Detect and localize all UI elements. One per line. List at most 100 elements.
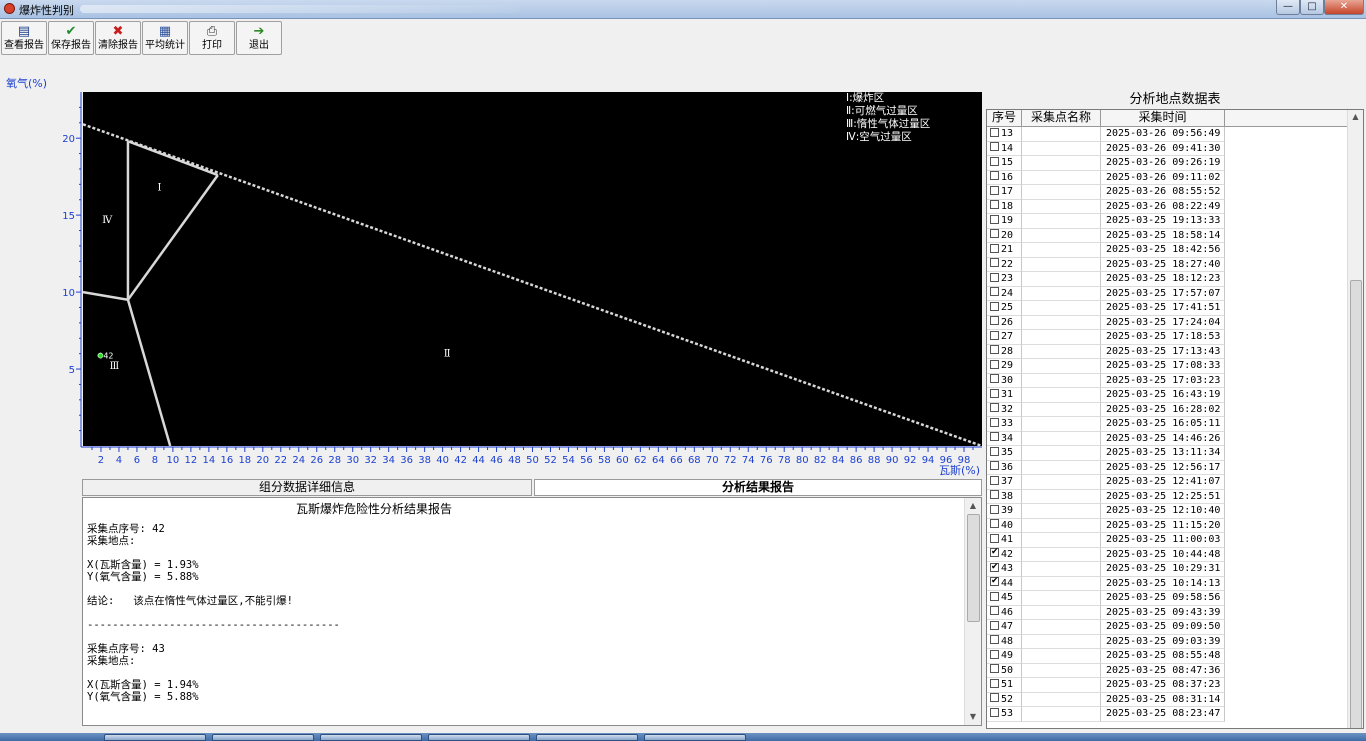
row-number-cell[interactable]: 45: [987, 591, 1022, 606]
checkbox-icon[interactable]: [990, 185, 999, 195]
checkbox-icon[interactable]: [990, 200, 999, 209]
maximize-button[interactable]: □: [1300, 0, 1324, 15]
checkbox-icon[interactable]: [990, 156, 999, 166]
row-number-cell[interactable]: 17: [987, 185, 1022, 200]
table-row[interactable]: 40 2025-03-25 11:15:20: [987, 518, 1349, 533]
checkbox-checked-icon[interactable]: ✔: [990, 562, 999, 572]
row-number-cell[interactable]: 35: [987, 446, 1022, 461]
row-number-cell[interactable]: 25: [987, 301, 1022, 316]
tab-detail-info[interactable]: 组分数据详细信息: [82, 479, 532, 496]
checkbox-icon[interactable]: [990, 243, 999, 253]
taskbar-item[interactable]: [644, 734, 746, 741]
table-row[interactable]: 39 2025-03-25 12:10:40: [987, 504, 1349, 519]
avg-button[interactable]: ▦ 平均统计: [142, 21, 188, 55]
row-number-cell[interactable]: ✔ 42: [987, 547, 1022, 562]
row-number-cell[interactable]: 41: [987, 533, 1022, 548]
checkbox-icon[interactable]: [990, 330, 999, 340]
table-row[interactable]: 23 2025-03-25 18:12:23: [987, 272, 1349, 287]
table-row[interactable]: 18 2025-03-26 08:22:49: [987, 199, 1349, 214]
scroll-up-arrow-icon[interactable]: ▲: [1348, 112, 1363, 121]
row-number-cell[interactable]: 23: [987, 272, 1022, 287]
table-row[interactable]: 25 2025-03-25 17:41:51: [987, 301, 1349, 316]
table-row[interactable]: 51 2025-03-25 08:37:23: [987, 678, 1349, 693]
table-row[interactable]: 30 2025-03-25 17:03:23: [987, 373, 1349, 388]
checkbox-icon[interactable]: [990, 533, 999, 543]
checkbox-icon[interactable]: [990, 707, 999, 717]
table-row[interactable]: 19 2025-03-25 19:13:33: [987, 214, 1349, 229]
row-number-cell[interactable]: 15: [987, 156, 1022, 171]
table-row[interactable]: 13 2025-03-26 09:56:49: [987, 127, 1349, 142]
checkbox-icon[interactable]: [990, 229, 999, 238]
row-number-cell[interactable]: 48: [987, 634, 1022, 649]
table-row[interactable]: 32 2025-03-25 16:28:02: [987, 402, 1349, 417]
row-number-cell[interactable]: 16: [987, 170, 1022, 185]
row-number-cell[interactable]: 46: [987, 605, 1022, 620]
checkbox-icon[interactable]: [990, 446, 999, 456]
table-row[interactable]: 53 2025-03-25 08:23:47: [987, 707, 1349, 722]
checkbox-icon[interactable]: [990, 693, 999, 702]
checkbox-icon[interactable]: [990, 127, 999, 137]
table-row[interactable]: 21 2025-03-25 18:42:56: [987, 243, 1349, 258]
row-number-cell[interactable]: 24: [987, 286, 1022, 301]
row-number-cell[interactable]: 14: [987, 141, 1022, 156]
row-number-cell[interactable]: 31: [987, 388, 1022, 403]
report-scrollbar[interactable]: ▲ ▼: [964, 498, 981, 725]
row-number-cell[interactable]: 19: [987, 214, 1022, 229]
row-number-cell[interactable]: 27: [987, 330, 1022, 345]
table-row[interactable]: ✔ 44 2025-03-25 10:14:13: [987, 576, 1349, 591]
view-button[interactable]: ▤ 查看报告: [1, 21, 47, 55]
table-row[interactable]: 15 2025-03-26 09:26:19: [987, 156, 1349, 171]
exit-button[interactable]: ➔ 退出: [236, 21, 282, 55]
row-number-cell[interactable]: 47: [987, 620, 1022, 635]
row-number-cell[interactable]: 13: [987, 127, 1022, 142]
checkbox-icon[interactable]: [990, 649, 999, 659]
checkbox-checked-icon[interactable]: ✔: [990, 548, 999, 557]
taskbar-item[interactable]: [320, 734, 422, 741]
row-number-cell[interactable]: ✔ 44: [987, 576, 1022, 591]
scroll-up-arrow-icon[interactable]: ▲: [965, 498, 981, 514]
tab-analysis-report[interactable]: 分析结果报告: [534, 479, 982, 496]
checkbox-icon[interactable]: [990, 606, 999, 615]
checkbox-icon[interactable]: [990, 664, 999, 673]
scroll-thumb[interactable]: [1350, 280, 1362, 728]
table-row[interactable]: 22 2025-03-25 18:27:40: [987, 257, 1349, 272]
row-number-cell[interactable]: 53: [987, 707, 1022, 722]
col-header-name[interactable]: 采集点名称: [1022, 110, 1101, 126]
row-number-cell[interactable]: 30: [987, 373, 1022, 388]
table-row[interactable]: 47 2025-03-25 09:09:50: [987, 620, 1349, 635]
row-number-cell[interactable]: ✔ 43: [987, 562, 1022, 577]
table-row[interactable]: 36 2025-03-25 12:56:17: [987, 460, 1349, 475]
table-row[interactable]: 37 2025-03-25 12:41:07: [987, 475, 1349, 490]
checkbox-checked-icon[interactable]: ✔: [990, 577, 999, 586]
table-row[interactable]: 29 2025-03-25 17:08:33: [987, 359, 1349, 374]
taskbar-item[interactable]: [536, 734, 638, 741]
table-row[interactable]: 49 2025-03-25 08:55:48: [987, 649, 1349, 664]
col-header-time[interactable]: 采集时间: [1101, 110, 1225, 126]
row-number-cell[interactable]: 29: [987, 359, 1022, 374]
row-number-cell[interactable]: 52: [987, 692, 1022, 707]
checkbox-icon[interactable]: [990, 403, 999, 412]
table-row[interactable]: 24 2025-03-25 17:57:07: [987, 286, 1349, 301]
checkbox-icon[interactable]: [990, 316, 999, 325]
checkbox-icon[interactable]: [990, 345, 999, 354]
table-row[interactable]: 38 2025-03-25 12:25:51: [987, 489, 1349, 504]
table-row[interactable]: 31 2025-03-25 16:43:19: [987, 388, 1349, 403]
table-row[interactable]: 14 2025-03-26 09:41:30: [987, 141, 1349, 156]
checkbox-icon[interactable]: [990, 287, 999, 296]
row-number-cell[interactable]: 39: [987, 504, 1022, 519]
checkbox-icon[interactable]: [990, 301, 999, 311]
row-number-cell[interactable]: 51: [987, 678, 1022, 693]
checkbox-icon[interactable]: [990, 504, 999, 514]
print-button[interactable]: ⎙ 打印: [189, 21, 235, 55]
row-number-cell[interactable]: 40: [987, 518, 1022, 533]
scroll-thumb[interactable]: [967, 514, 980, 622]
checkbox-icon[interactable]: [990, 432, 999, 441]
table-row[interactable]: 41 2025-03-25 11:00:03: [987, 533, 1349, 548]
checkbox-icon[interactable]: [990, 417, 999, 427]
table-row[interactable]: 45 2025-03-25 09:58:56: [987, 591, 1349, 606]
table-row[interactable]: 46 2025-03-25 09:43:39: [987, 605, 1349, 620]
row-number-cell[interactable]: 38: [987, 489, 1022, 504]
checkbox-icon[interactable]: [990, 475, 999, 485]
table-row[interactable]: 52 2025-03-25 08:31:14: [987, 692, 1349, 707]
checkbox-icon[interactable]: [990, 519, 999, 528]
